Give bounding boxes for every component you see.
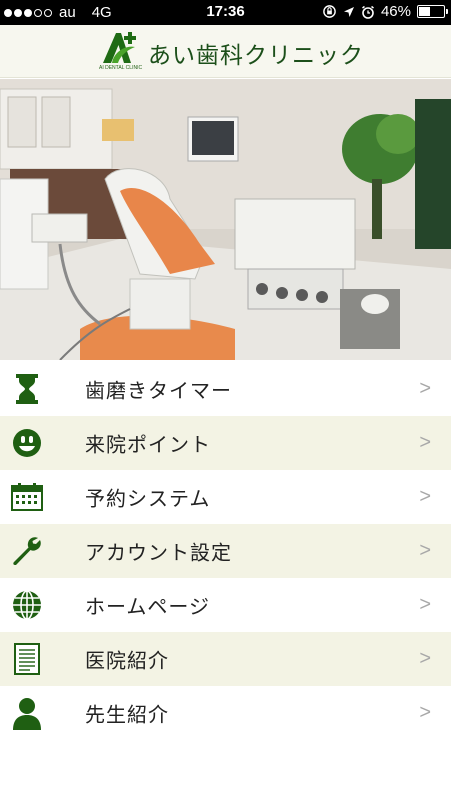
chevron-right-icon: > xyxy=(419,539,431,562)
menu-item-visit-points[interactable]: 来院ポイント > xyxy=(0,416,451,470)
clinic-logo: AI DENTAL CLINIC xyxy=(99,30,143,74)
battery-percent: 46% xyxy=(380,3,411,20)
menu-item-clinic-intro[interactable]: 医院紹介 > xyxy=(0,632,451,686)
wrench-icon xyxy=(10,534,44,568)
menu-item-toothbrush-timer[interactable]: 歯磨きタイマー > xyxy=(0,362,451,416)
chevron-right-icon: > xyxy=(419,377,431,400)
menu-item-label: 先生紹介 xyxy=(85,702,169,727)
menu-item-doctor-intro[interactable]: 先生紹介 > xyxy=(0,686,451,740)
globe-icon xyxy=(10,588,44,622)
alarm-clock-icon xyxy=(362,5,374,19)
clinic-photo xyxy=(0,79,451,360)
person-icon xyxy=(10,696,44,730)
rotation-lock-icon xyxy=(323,5,336,18)
status-bar: au 4G 17:36 46% xyxy=(0,0,451,25)
chevron-right-icon: > xyxy=(419,701,431,724)
menu-item-label: 医院紹介 xyxy=(85,648,169,673)
clinic-name: あい歯科クリニック xyxy=(148,43,364,69)
smiley-icon xyxy=(10,426,44,460)
menu-item-label: 歯磨きタイマー xyxy=(85,378,232,403)
location-arrow-icon xyxy=(343,6,354,17)
menu-item-label: 来院ポイント xyxy=(85,432,211,457)
app-header: AI DENTAL CLINIC あい歯科クリニック xyxy=(0,25,451,78)
menu-item-reservation-system[interactable]: 予約システム > xyxy=(0,470,451,524)
battery-icon xyxy=(417,5,448,18)
menu-item-label: アカウント設定 xyxy=(85,540,232,565)
chevron-right-icon: > xyxy=(419,485,431,508)
menu-item-homepage[interactable]: ホームページ > xyxy=(0,578,451,632)
chevron-right-icon: > xyxy=(419,593,431,616)
main-menu: 歯磨きタイマー > 来院ポイント > 予約システム > アカウント設定 > ホー… xyxy=(0,362,451,740)
menu-item-label: 予約システム xyxy=(85,486,211,511)
logo-subtext: AI DENTAL CLINIC xyxy=(99,65,143,71)
chevron-right-icon: > xyxy=(419,431,431,454)
document-icon xyxy=(10,642,44,676)
menu-item-label: ホームページ xyxy=(85,594,210,619)
menu-item-account-settings[interactable]: アカウント設定 > xyxy=(0,524,451,578)
chevron-right-icon: > xyxy=(419,647,431,670)
calendar-icon xyxy=(10,480,44,514)
hourglass-icon xyxy=(10,372,44,406)
